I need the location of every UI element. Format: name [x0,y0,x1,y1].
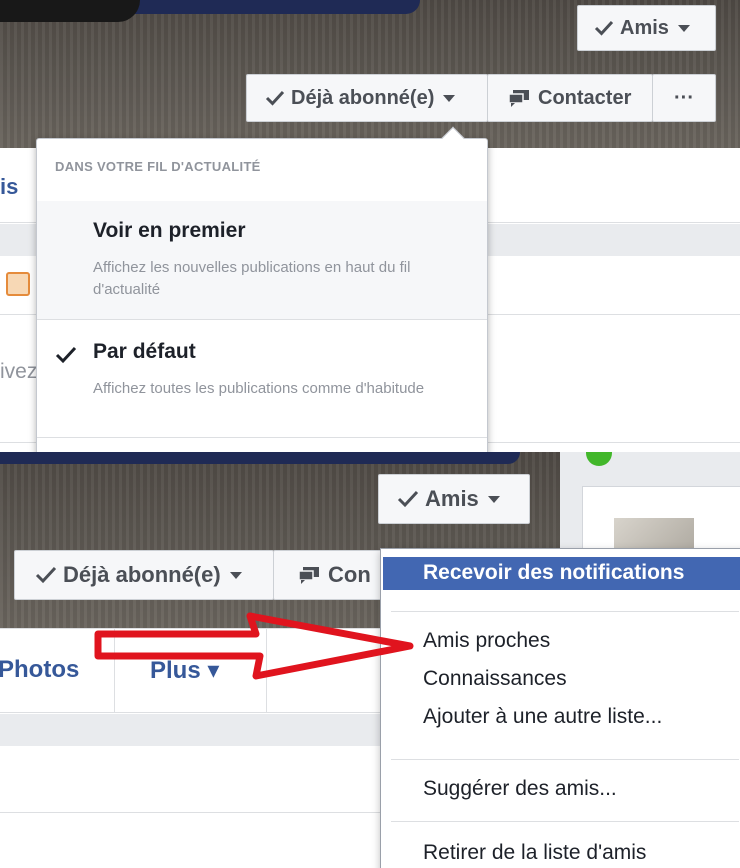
option-description: Affichez toutes les publications comme d… [93,380,425,397]
contact-button-label: Con [328,562,371,587]
menu-divider [391,759,739,760]
tab-photos[interactable]: Photos [0,656,79,684]
photo-icon [6,272,30,296]
option-title: Par défaut [93,340,196,363]
friends-button-label: Amis [620,16,669,39]
news-feed-dropdown: DANS VOTRE FIL D'ACTUALITÉ Voir en premi… [36,126,488,452]
subscribed-button-label: Déjà abonné(e) [63,562,221,587]
message-icon [508,90,529,107]
friends-button-label: Amis [425,486,479,511]
menu-item-add-to-list[interactable]: Ajouter à une autre liste... [423,705,662,729]
menu-divider [391,821,739,822]
contact-button[interactable]: Contacter [487,74,653,122]
profile-name-fragment: is [0,174,19,199]
friends-menu: Recevoir des notifications Amis proches … [380,548,740,868]
friends-button[interactable]: Amis [577,5,716,51]
option-title: Voir en premier [93,219,246,242]
chevron-down-icon [487,495,500,503]
check-icon [594,20,614,36]
divider [37,437,487,438]
tire-decoration [0,0,140,22]
subscribed-button[interactable]: Déjà abonné(e) [246,74,488,122]
option-see-first[interactable]: Voir en premier Affichez les nouvelles p… [37,201,487,319]
menu-item-suggest-friends[interactable]: Suggérer des amis... [423,777,617,801]
option-description: Affichez les nouvelles publications en h… [93,259,411,298]
divider [37,319,487,320]
message-icon [298,567,319,584]
check-icon [35,566,57,584]
chevron-down-icon [229,571,242,579]
friends-button[interactable]: Amis [378,474,530,524]
menu-item-label: Recevoir des notifications [423,561,685,584]
car-decoration [0,452,520,464]
top-screenshot: Amis Déjà abonné(e) Contacter ··· is ive… [0,0,740,452]
check-icon [265,90,285,106]
contact-button-label: Contacter [538,86,632,109]
chevron-down-icon [443,94,456,102]
menu-item-acquaintances[interactable]: Connaissances [423,667,567,691]
subscribed-button-label: Déjà abonné(e) [291,86,435,109]
more-icon: ··· [674,86,694,109]
contact-button[interactable]: Con [273,550,393,600]
more-options-button[interactable]: ··· [652,74,716,122]
bottom-screenshot: Amis Déjà abonné(e) Con Photos Plus ▾ Re… [0,452,740,868]
option-default[interactable]: Par défaut Affichez toutes les publicati… [37,322,487,440]
dropdown-header: DANS VOTRE FIL D'ACTUALITÉ [55,159,261,174]
menu-divider [391,611,739,612]
subscribed-button[interactable]: Déjà abonné(e) [14,550,274,600]
check-icon [397,490,419,508]
menu-item-get-notifications[interactable]: Recevoir des notifications [383,557,740,590]
check-icon [55,346,77,364]
menu-item-close-friends[interactable]: Amis proches [423,629,550,653]
chevron-down-icon [677,24,690,32]
composer-placeholder-fragment: ivez [0,360,38,383]
menu-item-unfriend[interactable]: Retirer de la liste d'amis [423,841,646,865]
annotation-arrow-icon [94,612,414,680]
